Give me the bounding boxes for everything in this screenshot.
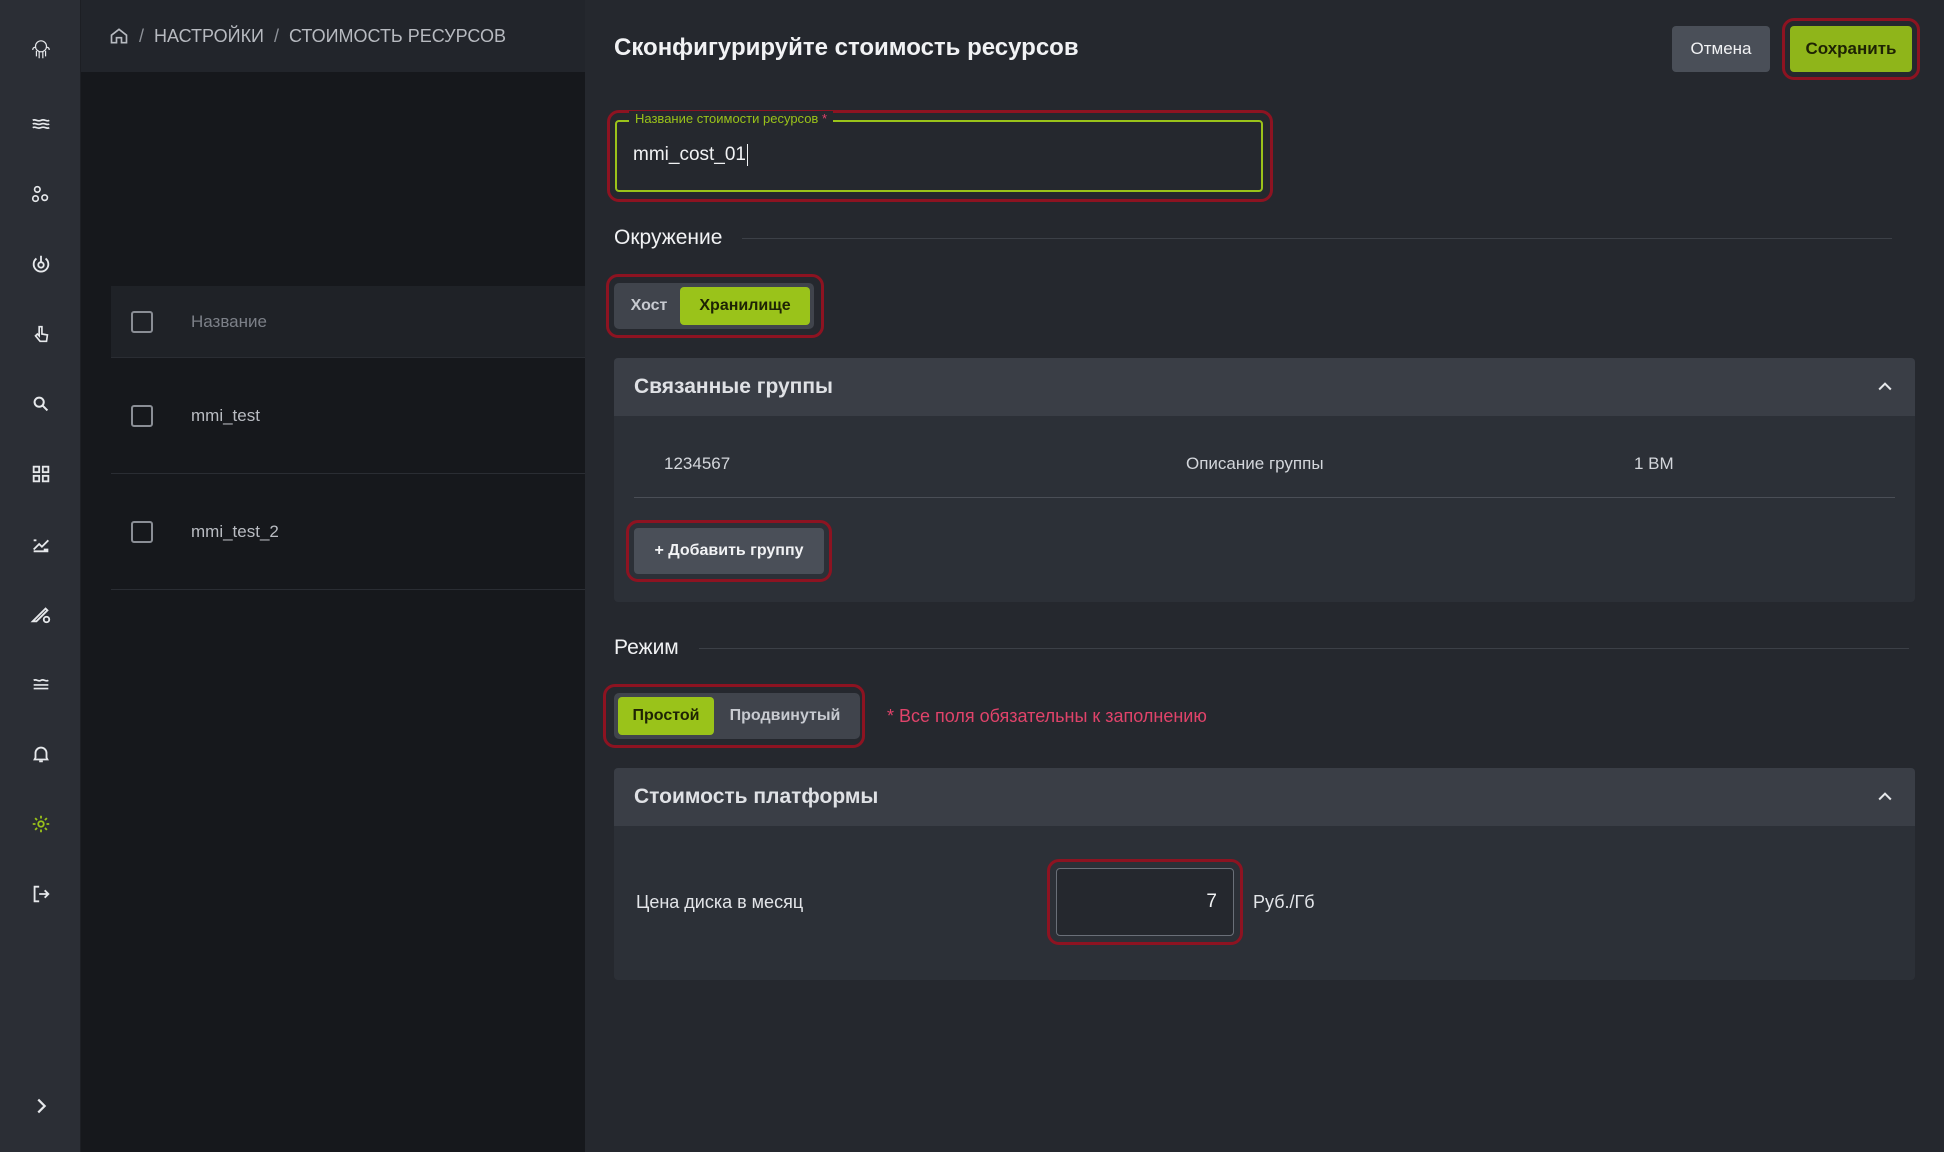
chevron-up-icon[interactable]	[1875, 377, 1895, 397]
dashboard-icon[interactable]	[0, 454, 81, 494]
bell-icon[interactable]	[0, 734, 81, 774]
environment-option-host[interactable]: Хост	[618, 287, 680, 325]
select-all-checkbox[interactable]	[131, 310, 153, 333]
config-panel: Сконфигурируйте стоимость ресурсов Отмен…	[585, 0, 1944, 1152]
row-name: mmi_test	[191, 405, 260, 425]
sidebar	[0, 0, 81, 1152]
breadcrumb: / НАСТРОЙКИ / СТОИМОСТЬ РЕСУРСОВ	[81, 0, 585, 72]
tools-icon[interactable]	[0, 594, 81, 634]
mode-option-advanced[interactable]: Продвинутый	[714, 697, 856, 735]
chevron-up-icon[interactable]	[1875, 787, 1895, 807]
gear-icon[interactable]	[0, 804, 81, 844]
row-name: mmi_test_2	[191, 521, 279, 541]
breadcrumb-resource-cost: СТОИМОСТЬ РЕСУРСОВ	[289, 25, 507, 46]
save-button[interactable]: Сохранить	[1790, 26, 1912, 72]
disk-price-unit: Руб./Гб	[1253, 892, 1315, 912]
logout-icon[interactable]	[0, 874, 81, 914]
add-group-button[interactable]: + Добавить группу	[634, 528, 824, 574]
storage-icon[interactable]	[0, 664, 81, 704]
breadcrumb-separator: /	[274, 25, 280, 46]
table-row[interactable]: mmi_test	[111, 358, 585, 474]
cancel-button[interactable]: Отмена	[1672, 26, 1770, 72]
mode-section-title: Режим	[614, 636, 679, 659]
row-checkbox[interactable]	[131, 404, 153, 427]
mode-option-simple[interactable]: Простой	[618, 697, 714, 735]
search-icon[interactable]	[0, 384, 81, 424]
row-checkbox[interactable]	[131, 520, 153, 543]
group-vm-count: 1 ВМ	[1634, 454, 1674, 473]
linked-groups-card: Связанные группы 1234567 Описание группы…	[614, 358, 1915, 602]
environment-section: Окружение	[614, 226, 1893, 250]
group-id: 1234567	[664, 454, 731, 473]
home-icon[interactable]	[109, 26, 129, 46]
environment-section-title: Окружение	[614, 226, 723, 249]
platform-cost-title: Стоимость платформы	[634, 785, 879, 808]
column-header-name: Название	[191, 311, 267, 331]
linked-groups-title: Связанные группы	[634, 375, 833, 398]
cost-name-input[interactable]: mmi_cost_01	[633, 144, 748, 166]
required-fields-note: * Все поля обязательны к заполнению	[887, 706, 1207, 726]
mode-section: Режим	[614, 636, 1909, 660]
cost-name-label: Название стоимости ресурсов *	[629, 111, 834, 126]
power-icon[interactable]	[0, 244, 81, 284]
platform-cost-card: Стоимость платформы	[614, 768, 1915, 980]
pointer-icon[interactable]	[0, 314, 81, 354]
environment-toggle[interactable]: Хост Хранилище	[614, 283, 814, 329]
panel-title: Сконфигурируйте стоимость ресурсов	[614, 34, 1079, 61]
linked-groups-header[interactable]: Связанные группы	[614, 358, 1915, 416]
cost-name-label-text: Название стоимости ресурсов	[635, 111, 819, 126]
platform-cost-header[interactable]: Стоимость платформы	[614, 768, 1915, 826]
group-description: Описание группы	[1186, 454, 1324, 473]
list-item[interactable]: 1234567 Описание группы 1 ВМ	[634, 436, 1895, 498]
cost-name-field[interactable]: Название стоимости ресурсов * mmi_cost_0…	[615, 111, 1263, 192]
required-mark: *	[821, 111, 828, 126]
section-divider	[742, 237, 1893, 239]
environment-option-storage[interactable]: Хранилище	[680, 287, 810, 325]
chevron-right-icon[interactable]	[0, 1086, 81, 1126]
analytics-icon[interactable]	[0, 524, 81, 564]
resource-cost-list-page: / НАСТРОЙКИ / СТОИМОСТЬ РЕСУРСОВ Названи…	[81, 0, 585, 1152]
mode-toggle[interactable]: Простой Продвинутый	[614, 693, 860, 739]
section-divider	[698, 647, 1909, 649]
layers-icon[interactable]	[0, 104, 81, 144]
breadcrumb-separator: /	[139, 25, 145, 46]
table-row[interactable]: mmi_test_2	[111, 474, 585, 590]
disk-price-label: Цена диска в месяц	[636, 892, 804, 912]
disk-price-input[interactable]: 7	[1056, 868, 1234, 936]
cost-name-value: mmi_cost_01	[633, 144, 746, 166]
breadcrumb-settings[interactable]: НАСТРОЙКИ	[154, 26, 264, 47]
cluster-icon[interactable]	[0, 174, 81, 214]
table-header: Название	[111, 286, 585, 358]
text-caret	[747, 144, 748, 166]
app-logo-icon[interactable]	[0, 28, 81, 72]
